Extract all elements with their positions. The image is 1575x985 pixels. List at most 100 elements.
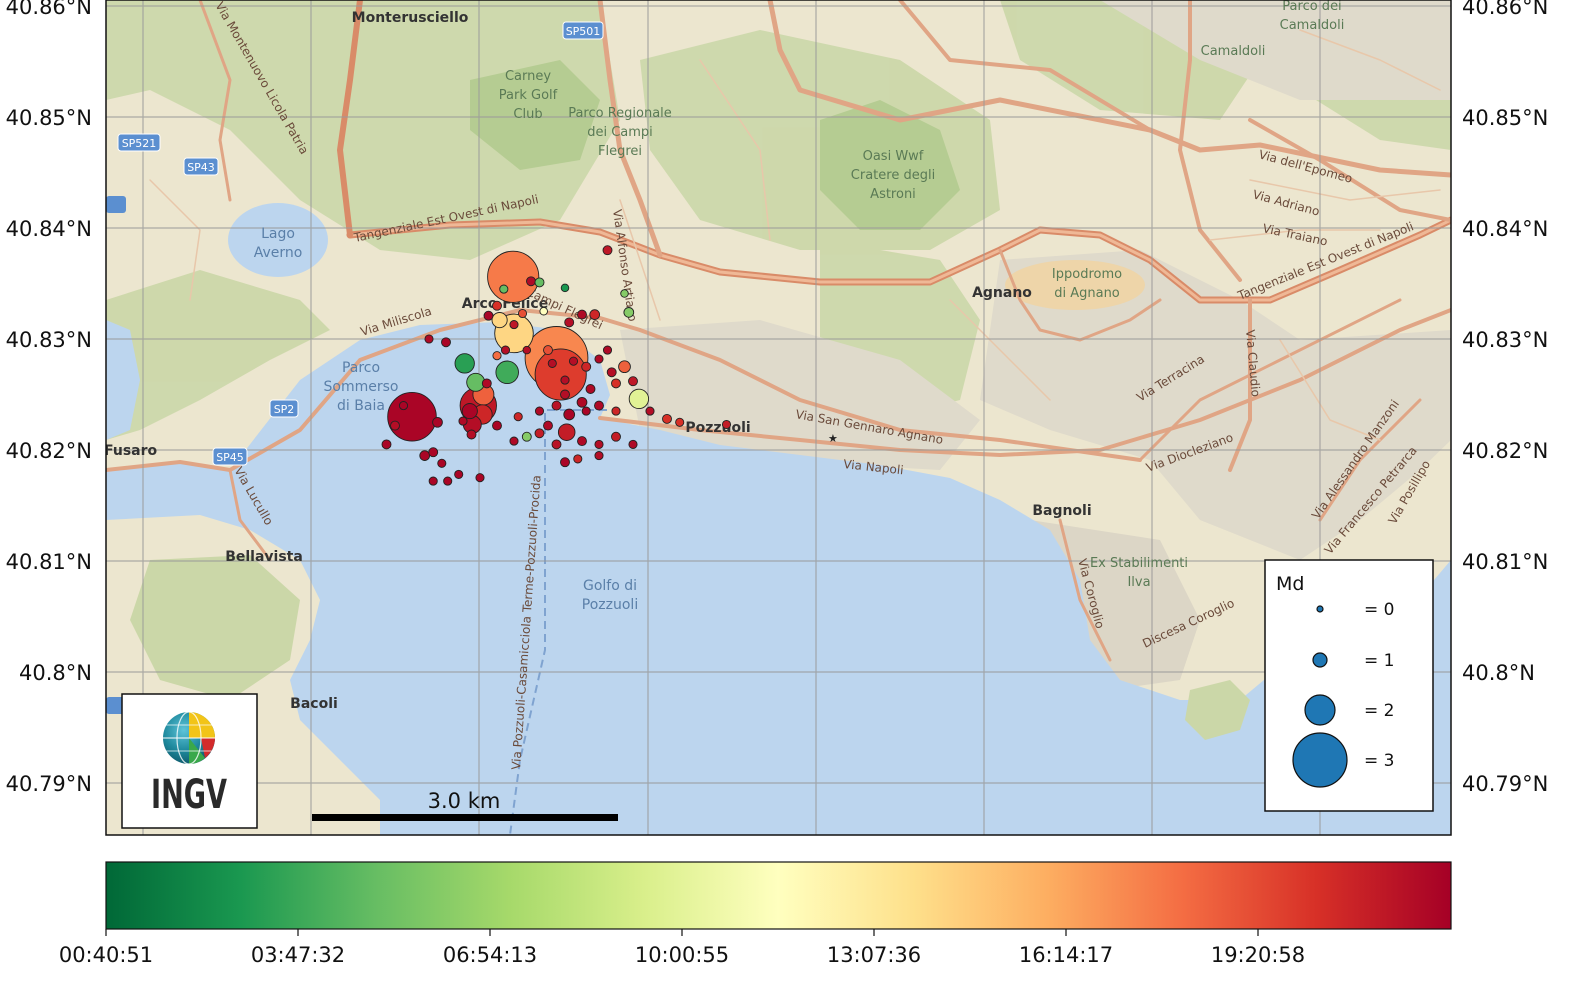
size-legend: Md = 0 = 1 = 2 = 3 <box>1264 559 1434 812</box>
lat-tick-label-right: 40.81°N <box>1462 550 1548 574</box>
earthquake-marker <box>662 413 672 424</box>
earthquake-marker <box>398 401 409 411</box>
earthquake-marker <box>560 283 570 293</box>
earthquake-marker <box>492 300 502 311</box>
lat-tick-label-right: 40.86°N <box>1462 0 1548 19</box>
legend-marker-md-1 <box>1312 652 1328 668</box>
earthquake-marker <box>491 312 508 329</box>
legend-label-md-2: = 2 <box>1364 701 1394 721</box>
earthquake-marker <box>560 375 570 385</box>
earthquake-marker <box>576 396 588 408</box>
earthquake-marker <box>521 431 532 442</box>
road-shield-sp43: SP43 <box>183 157 219 176</box>
legend-title: Md <box>1276 573 1304 595</box>
road-shield-sp521: SP521 <box>117 133 161 152</box>
lat-tick-label-left: 40.8°N <box>19 661 92 685</box>
earthquake-marker <box>509 320 519 330</box>
earthquake-marker <box>513 412 523 422</box>
earthquake-marker <box>618 360 631 374</box>
earthquake-marker <box>594 400 604 411</box>
colorbar-tick-label: 00:40:51 <box>59 943 153 967</box>
earthquake-marker <box>560 457 570 468</box>
basemap: MonteruscielloCamaldoliParco dei Camaldol… <box>106 0 1451 835</box>
earthquake-marker <box>628 376 638 387</box>
earthquake-marker <box>381 439 392 450</box>
earthquake-marker <box>387 391 437 442</box>
ingv-logo: INGV <box>121 693 258 829</box>
earthquake-marker <box>419 450 431 461</box>
earthquake-marker <box>560 389 570 400</box>
earthquake-marker <box>461 403 478 420</box>
colorbar-tick-label: 19:20:58 <box>1211 943 1305 967</box>
lat-tick-label-right: 40.82°N <box>1462 439 1548 463</box>
seismic-map-figure: MonteruscielloCamaldoliParco dei Camaldol… <box>6 0 1548 967</box>
earthquake-marker <box>628 439 638 449</box>
earthquake-marker <box>458 416 468 426</box>
lat-tick-label-left: 40.79°N <box>6 772 92 796</box>
place-label-bellavista: Bellavista <box>225 549 303 565</box>
legend-label-md-1: = 1 <box>1364 651 1394 671</box>
earthquake-marker <box>611 406 621 416</box>
road-shield-sp2: SP2 <box>269 399 299 418</box>
place-label-bacoli: Bacoli <box>290 696 338 712</box>
earthquake-marker <box>551 439 562 450</box>
colorbar-tick-label: 13:07:36 <box>827 943 921 967</box>
earthquake-marker <box>539 306 548 316</box>
road-shield-partial <box>106 196 126 213</box>
earthquake-marker <box>483 310 494 321</box>
earthquake-marker <box>517 308 528 319</box>
earthquake-marker <box>441 337 451 348</box>
lat-tick-label-right: 40.83°N <box>1462 328 1548 352</box>
lat-tick-label-right: 40.79°N <box>1462 772 1548 796</box>
lat-tick-label-left: 40.82°N <box>6 439 92 463</box>
earthquake-marker <box>577 436 587 447</box>
scale-bar-line <box>312 814 618 821</box>
earthquake-marker <box>585 384 596 394</box>
earthquake-marker <box>581 406 591 416</box>
legend-label-md-0: = 0 <box>1364 600 1394 620</box>
road-shield-sp45: SP45 <box>212 447 248 466</box>
earthquake-marker <box>543 420 553 431</box>
earthquake-marker <box>424 334 434 344</box>
earthquake-marker <box>551 400 562 411</box>
place-label-bagnoli: Bagnoli <box>1032 503 1091 519</box>
earthquake-marker <box>534 428 545 439</box>
earthquake-marker <box>547 358 557 368</box>
earthquake-marker <box>443 476 453 486</box>
earthquake-marker <box>543 345 553 356</box>
earthquake-marker <box>602 345 613 355</box>
earthquake-marker <box>581 361 592 372</box>
earthquake-marker <box>500 345 511 355</box>
earthquake-marker <box>454 353 475 374</box>
lat-tick-label-left: 40.85°N <box>6 106 92 130</box>
logo-text: INGV <box>151 772 227 818</box>
lat-labels-right: 40.86°N 40.85°N 40.84°N 40.83°N 40.82°N 40.81… <box>1462 0 1548 796</box>
legend-marker-md-2 <box>1304 694 1336 726</box>
earthquake-marker <box>563 408 576 421</box>
star-marker: ★ <box>828 432 838 445</box>
lat-labels-left: 40.86°N 40.85°N 40.84°N 40.83°N 40.82°N 40.81… <box>6 0 92 796</box>
earthquake-marker <box>534 277 545 288</box>
earthquake-marker <box>564 317 575 328</box>
earthquake-marker <box>675 417 685 427</box>
lat-tick-label-left: 40.84°N <box>6 217 92 241</box>
colorbar-tick-label: 03:47:32 <box>251 943 345 967</box>
legend-marker-md-0 <box>1316 605 1324 613</box>
earthquake-marker <box>475 473 485 483</box>
earthquake-marker <box>526 276 536 287</box>
colorbar-tick-label: 16:14:17 <box>1019 943 1113 967</box>
earthquake-marker <box>557 423 576 441</box>
earthquake-marker <box>568 356 579 366</box>
earthquake-marker <box>534 406 545 416</box>
legend-label-md-3: = 3 <box>1364 751 1394 771</box>
earthquake-marker <box>522 345 532 355</box>
earthquake-marker <box>602 245 613 256</box>
colorbar-ticks: 00:40:51 03:47:32 06:54:13 10:00:55 13:07:36… <box>59 929 1305 967</box>
earthquake-marker <box>428 447 439 458</box>
colorbar: 00:40:51 03:47:32 06:54:13 10:00:55 13:07:36… <box>59 861 1452 967</box>
earthquake-marker <box>573 454 583 464</box>
earthquake-marker <box>499 284 509 294</box>
globe-icon <box>163 711 215 765</box>
place-label-pozzuoli: Pozzuoli <box>685 420 750 436</box>
place-label-agnano: Agnano <box>972 285 1032 301</box>
